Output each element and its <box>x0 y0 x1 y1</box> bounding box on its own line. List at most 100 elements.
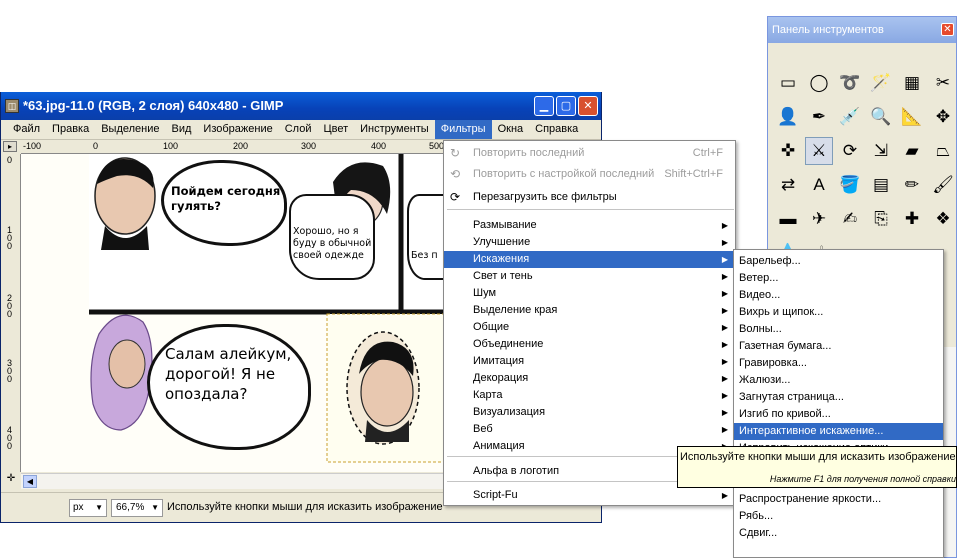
zoom-select[interactable]: 66,7% ▼ <box>111 499 163 517</box>
ruler-h-label: 100 <box>163 141 179 151</box>
distorts-menu-item[interactable]: Сдвиг... <box>734 525 943 542</box>
distorts-menu-item[interactable]: Волны... <box>734 321 943 338</box>
zoom-value: 66,7% <box>116 502 145 513</box>
zoom-icon[interactable]: 🔍 <box>867 103 895 131</box>
clone-icon[interactable]: ⎘ <box>867 205 895 233</box>
distorts-menu-item[interactable]: Гравировка... <box>734 355 943 372</box>
eraser-icon[interactable]: ▬ <box>774 205 802 233</box>
paths-icon[interactable]: ✒ <box>805 103 833 131</box>
close-button[interactable]: ✕ <box>578 96 598 116</box>
ruler-h-label: 200 <box>233 141 249 151</box>
unit-select[interactable]: px ▼ <box>69 499 107 517</box>
scissors-icon[interactable]: ✂ <box>929 69 957 97</box>
filters-menu-item[interactable]: Визуализация ▶ <box>444 404 735 421</box>
quick-mask-icon[interactable]: ▸ <box>3 141 17 152</box>
airbrush-icon[interactable]: ✈ <box>805 205 833 233</box>
submenu-arrow-icon: ▶ <box>721 374 728 383</box>
select-by-color-icon[interactable]: ▦ <box>898 69 926 97</box>
filters-menu-item[interactable]: Декорация ▶ <box>444 370 735 387</box>
filters-menu-item[interactable]: Улучшение ▶ <box>444 234 735 251</box>
filters-menu-item[interactable]: Общие ▶ <box>444 319 735 336</box>
distorts-menu-item[interactable]: Ветер... <box>734 270 943 287</box>
horizontal-scrollbar[interactable]: ◀ <box>21 473 445 489</box>
filters-menu-item[interactable]: ⟳ Перезагрузить все фильтры <box>444 189 735 206</box>
menu-3[interactable]: Вид <box>166 120 198 139</box>
distorts-menu-item[interactable]: Распространение яркости... <box>734 491 943 508</box>
speech-bubble-2-text: Хорошо, но я буду в обычной своей одежде <box>293 226 372 261</box>
menu-10[interactable]: Справка <box>529 120 584 139</box>
window-titlebar[interactable]: ◫ *63.jpg-11.0 (RGB, 2 слоя) 640x480 - G… <box>1 92 601 120</box>
close-icon[interactable]: ✕ <box>941 23 954 36</box>
menu-0[interactable]: Файл <box>7 120 46 139</box>
filters-menu-item[interactable]: Карта ▶ <box>444 387 735 404</box>
filters-menu-item[interactable]: Имитация ▶ <box>444 353 735 370</box>
filters-menu-item[interactable]: Свет и тень ▶ <box>444 268 735 285</box>
menu-6[interactable]: Цвет <box>317 120 354 139</box>
filters-menu-item[interactable]: Script-Fu ▶ <box>444 487 735 504</box>
free-select-icon[interactable]: ➰ <box>836 69 864 97</box>
menu-1[interactable]: Правка <box>46 120 95 139</box>
distorts-menu-item-label: Газетная бумага... <box>739 340 832 352</box>
filters-menu-item-label: Размывание <box>473 219 537 231</box>
menu-2[interactable]: Выделение <box>95 120 165 139</box>
image-canvas[interactable]: Пойдем сегодня гулять? Хорошо, но я буду… <box>21 154 445 472</box>
measure-icon[interactable]: 📐 <box>898 103 926 131</box>
distorts-menu-item[interactable]: Жалюзи... <box>734 372 943 389</box>
blend-icon[interactable]: ▤ <box>867 171 895 199</box>
fuzzy-select-icon[interactable]: 🪄 <box>867 69 895 97</box>
vertical-ruler[interactable]: 0 100 200 300 400 <box>1 154 21 472</box>
scale-icon[interactable]: ⇲ <box>867 137 895 165</box>
toolbox-titlebar[interactable]: Панель инструментов ✕ <box>768 17 956 43</box>
filters-menu-item[interactable]: Веб ▶ <box>444 421 735 438</box>
menu-9[interactable]: Окна <box>492 120 530 139</box>
distorts-menu-item[interactable]: Видео... <box>734 287 943 304</box>
foreground-select-icon[interactable]: 👤 <box>774 103 802 131</box>
navigate-icon[interactable]: ✛ <box>3 473 19 489</box>
align-icon[interactable]: ✜ <box>774 137 802 165</box>
color-picker-icon[interactable]: 💉 <box>836 103 864 131</box>
perspective-icon[interactable]: ⏢ <box>929 137 957 165</box>
scroll-left-icon[interactable]: ◀ <box>23 475 37 488</box>
filters-menu-item[interactable]: Выделение края ▶ <box>444 302 735 319</box>
distorts-menu-item[interactable]: Загнутая страница... <box>734 389 943 406</box>
distorts-menu-item-label: Сдвиг... <box>739 527 778 539</box>
distorts-menu-item[interactable]: Изгиб по кривой... <box>734 406 943 423</box>
distorts-menu-item[interactable]: Газетная бумага... <box>734 338 943 355</box>
heal-icon[interactable]: ✚ <box>898 205 926 233</box>
distorts-menu-item[interactable]: Вихрь и щипок... <box>734 304 943 321</box>
ellipse-select-icon[interactable]: ◯ <box>805 69 833 97</box>
minimize-button[interactable]: ▁ <box>534 96 554 116</box>
filters-menu-item[interactable]: Объединение ▶ <box>444 336 735 353</box>
horizontal-ruler[interactable]: -100 0 100 200 300 400 500 <box>21 140 445 154</box>
filters-menu-item[interactable]: Искажения ▶ <box>444 251 735 268</box>
distorts-menu-item-label: Вихрь и щипок... <box>739 306 824 318</box>
pencil-icon[interactable]: ✏ <box>898 171 926 199</box>
menu-5[interactable]: Слой <box>279 120 318 139</box>
distorts-menu-item-label: Загнутая страница... <box>739 391 844 403</box>
ink-icon[interactable]: ✍ <box>836 205 864 233</box>
flip-icon[interactable]: ⇄ <box>774 171 802 199</box>
filters-menu-item[interactable]: Шум ▶ <box>444 285 735 302</box>
text-icon[interactable]: A <box>805 171 833 199</box>
filters-menu-item[interactable]: Размывание ▶ <box>444 217 735 234</box>
crop-icon[interactable]: ⚔ <box>805 137 833 165</box>
distorts-menu-item-label: Рябь... <box>739 510 774 522</box>
submenu-arrow-icon: ▶ <box>721 408 728 417</box>
distorts-menu-item[interactable]: Интерактивное искажение... <box>734 423 943 440</box>
filters-menu-item: ↻ Повторить последний Ctrl+F <box>444 145 735 162</box>
bucket-fill-icon[interactable]: 🪣 <box>836 171 864 199</box>
submenu-arrow-icon: ▶ <box>721 306 728 315</box>
menu-4[interactable]: Изображение <box>197 120 278 139</box>
menu-7[interactable]: Инструменты <box>354 120 435 139</box>
move-icon[interactable]: ✥ <box>929 103 957 131</box>
distorts-menu-item[interactable]: Рябь... <box>734 508 943 525</box>
menu-8[interactable]: Фильтры <box>434 120 492 139</box>
distorts-menu-item[interactable]: Барельеф... <box>734 253 943 270</box>
filters-menu-item-label: Имитация <box>473 355 525 367</box>
rect-select-icon[interactable]: ▭ <box>774 69 802 97</box>
shear-icon[interactable]: ▰ <box>898 137 926 165</box>
paintbrush-icon[interactable]: 🖌 <box>929 171 957 199</box>
perspective-clone-icon[interactable]: ❖ <box>929 205 957 233</box>
rotate-icon[interactable]: ⟳ <box>836 137 864 165</box>
maximize-button[interactable]: ▢ <box>556 96 576 116</box>
